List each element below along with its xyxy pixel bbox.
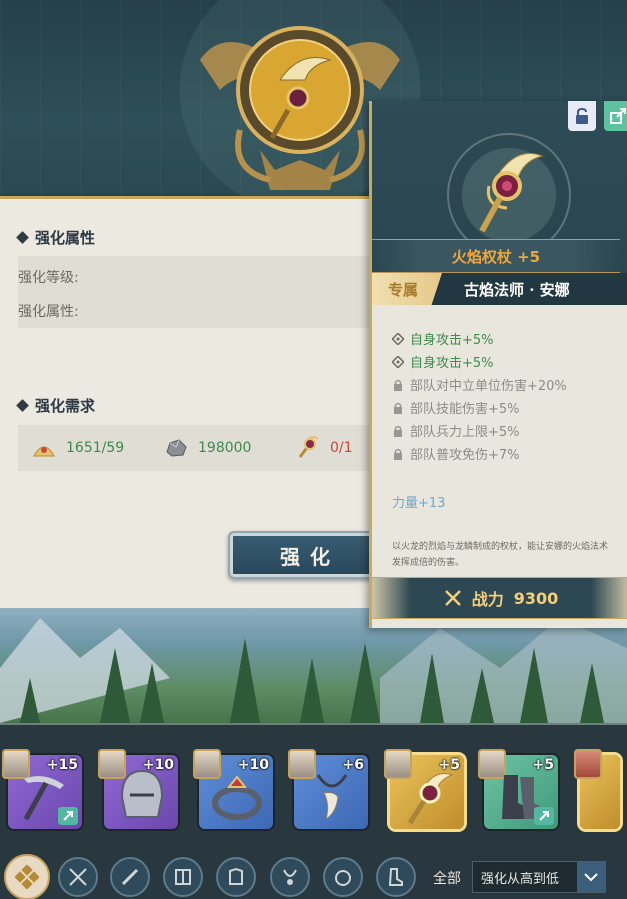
requirement-ore: 198000 [164,425,251,471]
stat-row-6: 部队普攻免伤+7% [392,444,520,463]
share-button[interactable] [604,101,627,131]
equipment-slot-ring[interactable]: +10 [193,749,273,829]
stat-row-2: 自身攻击+5% [392,352,494,371]
equipment-inventory: +15 +10 +10 +6 +5 +5 全部 强化从高到低 [0,723,627,899]
share-icon [610,108,626,124]
tooth-necklace-icon [316,774,348,821]
fire-scepter-icon [479,153,544,233]
chevron-down-icon[interactable] [577,862,605,892]
enhance-button[interactable]: 强化 [228,531,392,579]
equipment-slot-partial[interactable] [574,749,620,829]
grid-diamond-icon [15,865,39,889]
equipment-slot-boots[interactable]: +5 [478,749,558,829]
equipment-slot-necklace[interactable]: +6 [288,749,368,829]
diamond-bullet-icon [16,231,29,244]
hero-portrait-icon [574,749,602,779]
filter-ring-button[interactable] [323,857,363,897]
diamond-stat-icon [392,355,404,368]
power-value: 9300 [513,588,559,608]
sort-dropdown[interactable]: 强化从高到低 [472,861,606,893]
exclusive-hero-name: 古焰法师 · 安娜 [464,280,570,299]
equipment-slot-scepter[interactable]: +5 [384,749,464,829]
fire-scepter-icon [407,773,454,825]
armor-icon [229,867,243,885]
filter-armor-button[interactable] [216,857,256,897]
upgrade-badge-icon [534,807,554,825]
attributes-section-title: 强化属性 [16,227,95,248]
stat-row-3: 部队对中立单位伤害+20% [392,375,567,394]
helmet-icon [120,769,164,818]
stat-row-4: 部队技能伤害+5% [392,398,520,417]
equipment-slot-pickaxe[interactable]: +15 [2,749,82,829]
stat-row-1: 自身攻击+5% [392,329,494,348]
stat-row-5: 部队兵力上限+5% [392,421,520,440]
filter-tome-button[interactable] [163,857,203,897]
crossed-swords-icon [444,590,461,606]
upgrade-badge-icon [58,807,78,825]
requirements-section-title: 强化需求 [16,395,95,416]
lock-icon [394,425,402,437]
requirement-scepter: 0/1 [294,425,353,471]
filter-all-button[interactable] [4,854,50,899]
ring-icon [212,775,262,820]
power-bar: 战力 9300 [372,577,627,619]
requirement-material: 1651/59 [32,425,124,471]
filter-sword-button[interactable] [110,857,150,897]
sword-icon [121,868,139,886]
exclusive-tag: 专属 [372,273,442,305]
enhance-level-label: 强化等级: [18,270,79,286]
all-filter-label: 全部 [433,871,461,887]
exclusive-bar: 专属 古焰法师 · 安娜 [372,273,627,305]
card-header: 火焰权杖 +5 [372,101,627,273]
requirements-box: 1651/59 198000 0/1 [18,425,378,471]
equipment-slot-helmet[interactable]: +10 [98,749,178,829]
necklace-icon [283,869,297,885]
item-detail-card: 火焰权杖 +5 专属 古焰法师 · 安娜 自身攻击+5% 自身攻击+5% 部队对… [369,101,627,628]
lock-button[interactable] [568,101,596,131]
diamond-stat-icon [392,332,404,345]
filter-crossed-weapons-button[interactable] [58,857,98,897]
item-description: 以火龙的烈焰与龙鳞制成的权杖，能让安娜的火焰法术 发挥成倍的伤害。 [392,542,609,568]
filter-boots-button[interactable] [376,857,416,897]
power-label: 战力 [471,590,504,609]
book-icon [175,869,191,885]
scepter-copy-icon [298,436,319,458]
equipment-screen: 强化属性 强化等级: 强化属性: 强化需求 1651/59 198000 0/1… [0,0,627,899]
crossed-swords-icon [69,868,87,886]
ring-icon [335,870,351,886]
strength-bonus: 力量+13 [392,496,446,511]
item-name: 火焰权杖 +5 [372,239,620,273]
lock-icon [394,402,402,414]
boots-icon [388,868,403,886]
lock-icon [394,448,402,460]
ore-stone-icon [166,439,187,457]
diamond-bullet-icon [16,399,29,412]
enhance-panel: 强化属性 强化等级: 强化属性: 强化需求 1651/59 198000 0/1… [0,196,392,612]
material-pile-icon [33,446,55,457]
enhance-attribute-label: 强化属性: [18,304,79,320]
unlock-icon [576,108,588,124]
lock-icon [394,379,402,391]
filter-bar: 全部 强化从高到低 [0,853,627,899]
filter-necklace-button[interactable] [270,857,310,897]
